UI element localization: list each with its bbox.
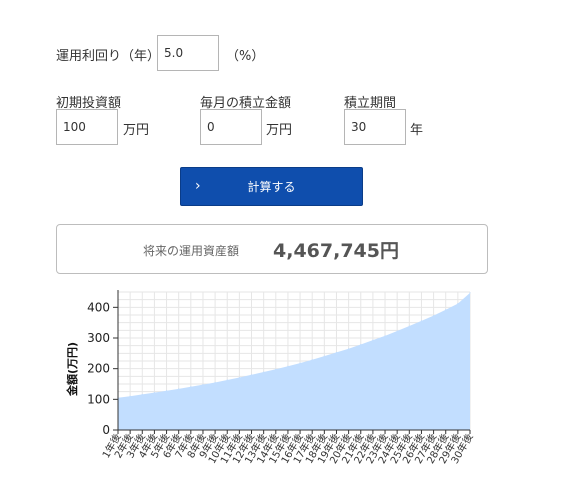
data-point [238, 376, 240, 379]
y-tick-label: 300 [87, 331, 110, 345]
data-point [226, 379, 228, 381]
data-point [214, 381, 216, 384]
data-point [445, 309, 447, 311]
y-tick-label: 200 [87, 362, 110, 376]
data-point [250, 374, 253, 376]
rate-input[interactable] [157, 35, 219, 71]
data-point [141, 393, 143, 396]
y-tick-label: 0 [102, 423, 110, 437]
data-point [360, 343, 362, 346]
period-input[interactable] [344, 109, 406, 145]
data-point [384, 335, 386, 337]
data-point [178, 388, 180, 390]
data-point [202, 384, 204, 386]
rate-unit: （%） [226, 49, 265, 64]
y-axis-title: 金額(万円) [65, 342, 79, 397]
data-point [311, 359, 313, 361]
data-point [299, 362, 301, 364]
period-unit: 年 [410, 123, 424, 138]
data-point [165, 390, 168, 392]
result-panel: 将来の運用資産額 4,467,745円 [56, 224, 488, 274]
data-point [287, 365, 289, 367]
data-point [275, 368, 277, 370]
result-value: 4,467,745円 [273, 240, 399, 262]
data-point [420, 320, 423, 322]
y-tick-label: 400 [87, 300, 110, 314]
monthly-contribution-input[interactable] [200, 109, 262, 145]
data-point [348, 348, 350, 350]
data-point [372, 339, 374, 341]
asset-growth-chart: 01002003004001年後2年後3年後4年後5年後6年後7年後8年後9年後… [65, 290, 476, 466]
y-tick-label: 100 [87, 392, 110, 406]
result-label: 将来の運用資産額 [143, 244, 240, 258]
data-point [469, 292, 471, 294]
data-point [335, 351, 338, 354]
rate-label: 運用利回り（年） [56, 49, 161, 64]
data-point [323, 355, 325, 357]
initial-investment-input[interactable] [56, 109, 118, 145]
data-point [457, 303, 459, 305]
monthly-contribution-unit: 万円 [266, 123, 293, 138]
data-point [190, 386, 192, 388]
calculate-button-label: 計算する [247, 180, 296, 194]
data-point [129, 395, 131, 397]
data-point [432, 315, 435, 317]
calculate-button[interactable]: › 計算する [180, 167, 363, 206]
data-point [153, 391, 156, 394]
initial-investment-unit: 万円 [123, 123, 150, 138]
data-point [263, 371, 265, 373]
data-point [408, 325, 410, 327]
data-point [396, 330, 398, 332]
